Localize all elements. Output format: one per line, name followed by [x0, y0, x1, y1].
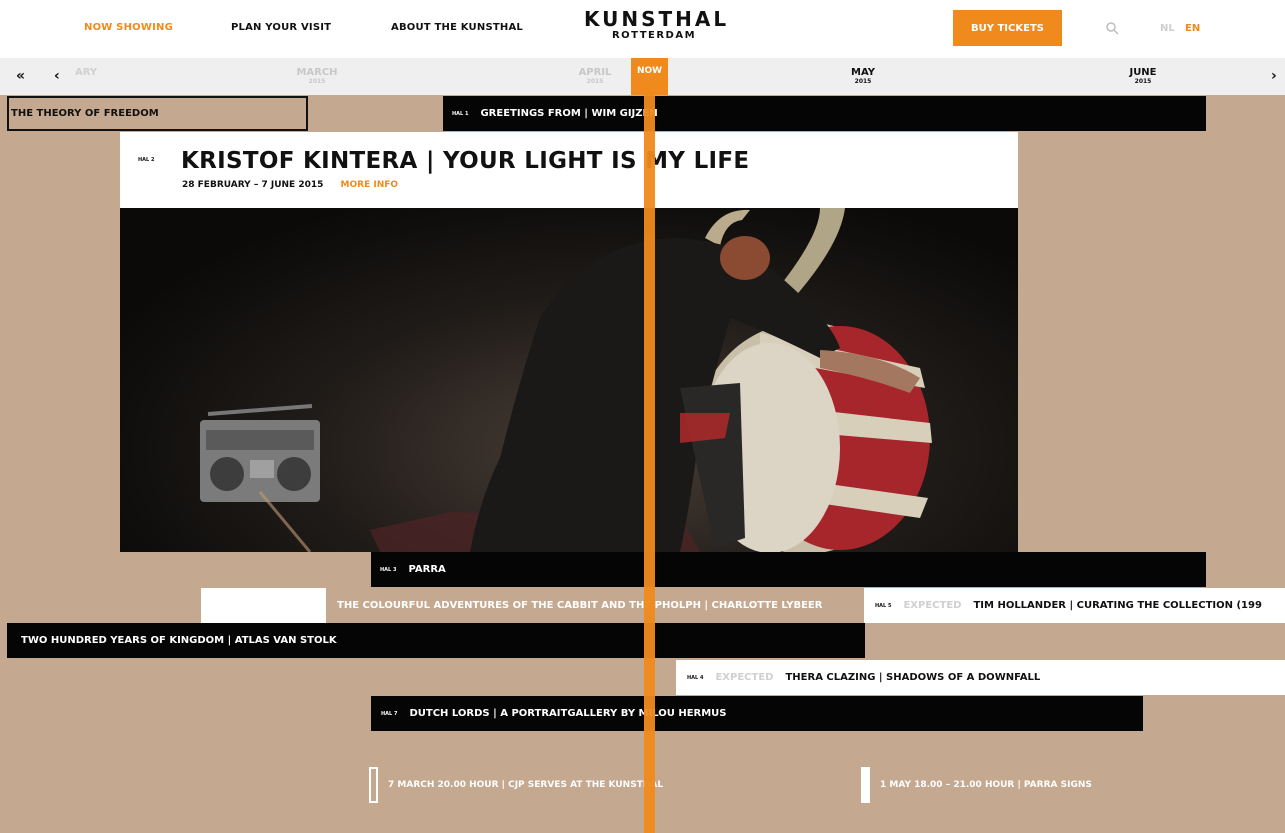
- chevron-right-icon[interactable]: ›: [1271, 68, 1277, 84]
- month-year: 2015: [586, 78, 604, 85]
- month-year: 2015: [854, 78, 872, 85]
- exhibition-title: THE THEORY OF FREEDOM: [11, 108, 159, 119]
- month-partial-label: ARY: [75, 67, 98, 78]
- exhibition-cabbit-and-pholph[interactable]: THE COLOURFUL ADVENTURES OF THE CABBIT A…: [326, 588, 864, 623]
- now-marker[interactable]: NOW: [631, 58, 668, 95]
- hal-label: HAL 4: [687, 674, 704, 681]
- featured-title: KRISTOF KINTERA | YOUR LIGHT IS MY LIFE: [181, 148, 750, 174]
- language-en[interactable]: EN: [1185, 23, 1200, 34]
- event-label: 7 MARCH 20.00 HOUR | CJP SERVES AT THE K…: [388, 780, 664, 790]
- exhibition-title: TWO HUNDRED YEARS OF KINGDOM | ATLAS VAN…: [21, 635, 337, 646]
- exhibition-theory-of-freedom[interactable]: THE THEORY OF FREEDOM: [7, 96, 308, 131]
- exhibition-title: THERA CLAZING | SHADOWS OF A DOWNFALL: [785, 672, 1041, 683]
- exhibition-cabbit-start[interactable]: [201, 588, 326, 623]
- expected-label: EXPECTED: [903, 600, 962, 611]
- nav-about-kunsthal[interactable]: ABOUT THE KUNSTHAL: [391, 22, 523, 33]
- logo-main-text: KUNSTHAL: [584, 7, 730, 31]
- buy-tickets-button[interactable]: BUY TICKETS: [953, 10, 1062, 46]
- hal-label: HAL 7: [381, 710, 398, 717]
- expected-label: EXPECTED: [715, 672, 774, 683]
- exhibition-parra[interactable]: HAL 3 PARRA: [371, 552, 1206, 587]
- hal-label: HAL 5: [875, 602, 892, 609]
- exhibition-title: GREETINGS FROM | WIM GIJZEN: [480, 108, 658, 119]
- exhibition-dutch-lords[interactable]: HAL 7 DUTCH LORDS | A PORTRAITGALLERY BY…: [371, 696, 1143, 731]
- kunsthal-logo[interactable]: KUNSTHAL ROTTERDAM: [584, 7, 730, 41]
- site-header: NOW SHOWING PLAN YOUR VISIT ABOUT THE KU…: [0, 0, 1285, 58]
- logo-sub-text: ROTTERDAM: [611, 30, 697, 41]
- exhibition-title: THE COLOURFUL ADVENTURES OF THE CABBIT A…: [337, 600, 823, 611]
- language-nl[interactable]: NL: [1160, 23, 1175, 34]
- rewind-icon[interactable]: «: [16, 68, 25, 84]
- month-name: APRIL: [578, 67, 612, 78]
- nav-now-showing[interactable]: NOW SHOWING: [84, 22, 173, 33]
- chevron-left-icon[interactable]: ‹: [54, 68, 60, 84]
- featured-exhibition-image[interactable]: [120, 208, 1018, 552]
- event-label: 1 MAY 18.00 – 21.00 HOUR | PARRA SIGNS: [880, 780, 1092, 790]
- month-march[interactable]: MARCH 2015: [277, 67, 357, 85]
- featured-dates: 28 FEBRUARY – 7 JUNE 2015: [182, 180, 324, 190]
- exhibition-greetings-from[interactable]: HAL 1 GREETINGS FROM | WIM GIJZEN: [443, 96, 1206, 131]
- event-marker: [861, 767, 870, 803]
- month-june[interactable]: JUNE 2015: [1103, 67, 1183, 85]
- exhibition-thera-clazing[interactable]: HAL 4 EXPECTED THERA CLAZING | SHADOWS O…: [676, 660, 1285, 695]
- featured-artwork-illustration: [200, 208, 932, 552]
- event-cjp-serves[interactable]: 7 MARCH 20.00 HOUR | CJP SERVES AT THE K…: [369, 767, 663, 803]
- month-name: JUNE: [1129, 67, 1157, 78]
- event-parra-signs[interactable]: 1 MAY 18.00 – 21.00 HOUR | PARRA SIGNS: [861, 767, 1092, 803]
- month-year: 2015: [1134, 78, 1152, 85]
- exhibition-title: TIM HOLLANDER | CURATING THE COLLECTION …: [973, 600, 1262, 611]
- more-info-link[interactable]: MORE INFO: [341, 180, 399, 190]
- exhibition-title: DUTCH LORDS | A PORTRAITGALLERY BY MILOU…: [409, 708, 727, 719]
- month-name: MAY: [851, 67, 875, 78]
- hal-label: HAL 2: [138, 157, 155, 163]
- featured-exhibition-header[interactable]: HAL 2 KRISTOF KINTERA | YOUR LIGHT IS MY…: [120, 132, 1018, 208]
- now-line: [644, 95, 655, 833]
- month-april[interactable]: APRIL 2015: [555, 67, 635, 85]
- exhibition-title: PARRA: [408, 564, 446, 575]
- nav-plan-your-visit[interactable]: PLAN YOUR VISIT: [231, 22, 331, 33]
- month-year: 2015: [308, 78, 326, 85]
- month-name: MARCH: [296, 67, 338, 78]
- exhibition-tim-hollander[interactable]: HAL 5 EXPECTED TIM HOLLANDER | CURATING …: [864, 588, 1285, 623]
- featured-dates-line: 28 FEBRUARY – 7 JUNE 2015 MORE INFO: [182, 180, 398, 190]
- event-marker: [369, 767, 378, 803]
- month-may[interactable]: MAY 2015: [823, 67, 903, 85]
- exhibition-two-hundred-years[interactable]: TWO HUNDRED YEARS OF KINGDOM | ATLAS VAN…: [7, 623, 865, 658]
- search-icon[interactable]: [1105, 21, 1119, 35]
- hal-label: HAL 1: [452, 110, 469, 117]
- hal-label: HAL 3: [380, 566, 397, 573]
